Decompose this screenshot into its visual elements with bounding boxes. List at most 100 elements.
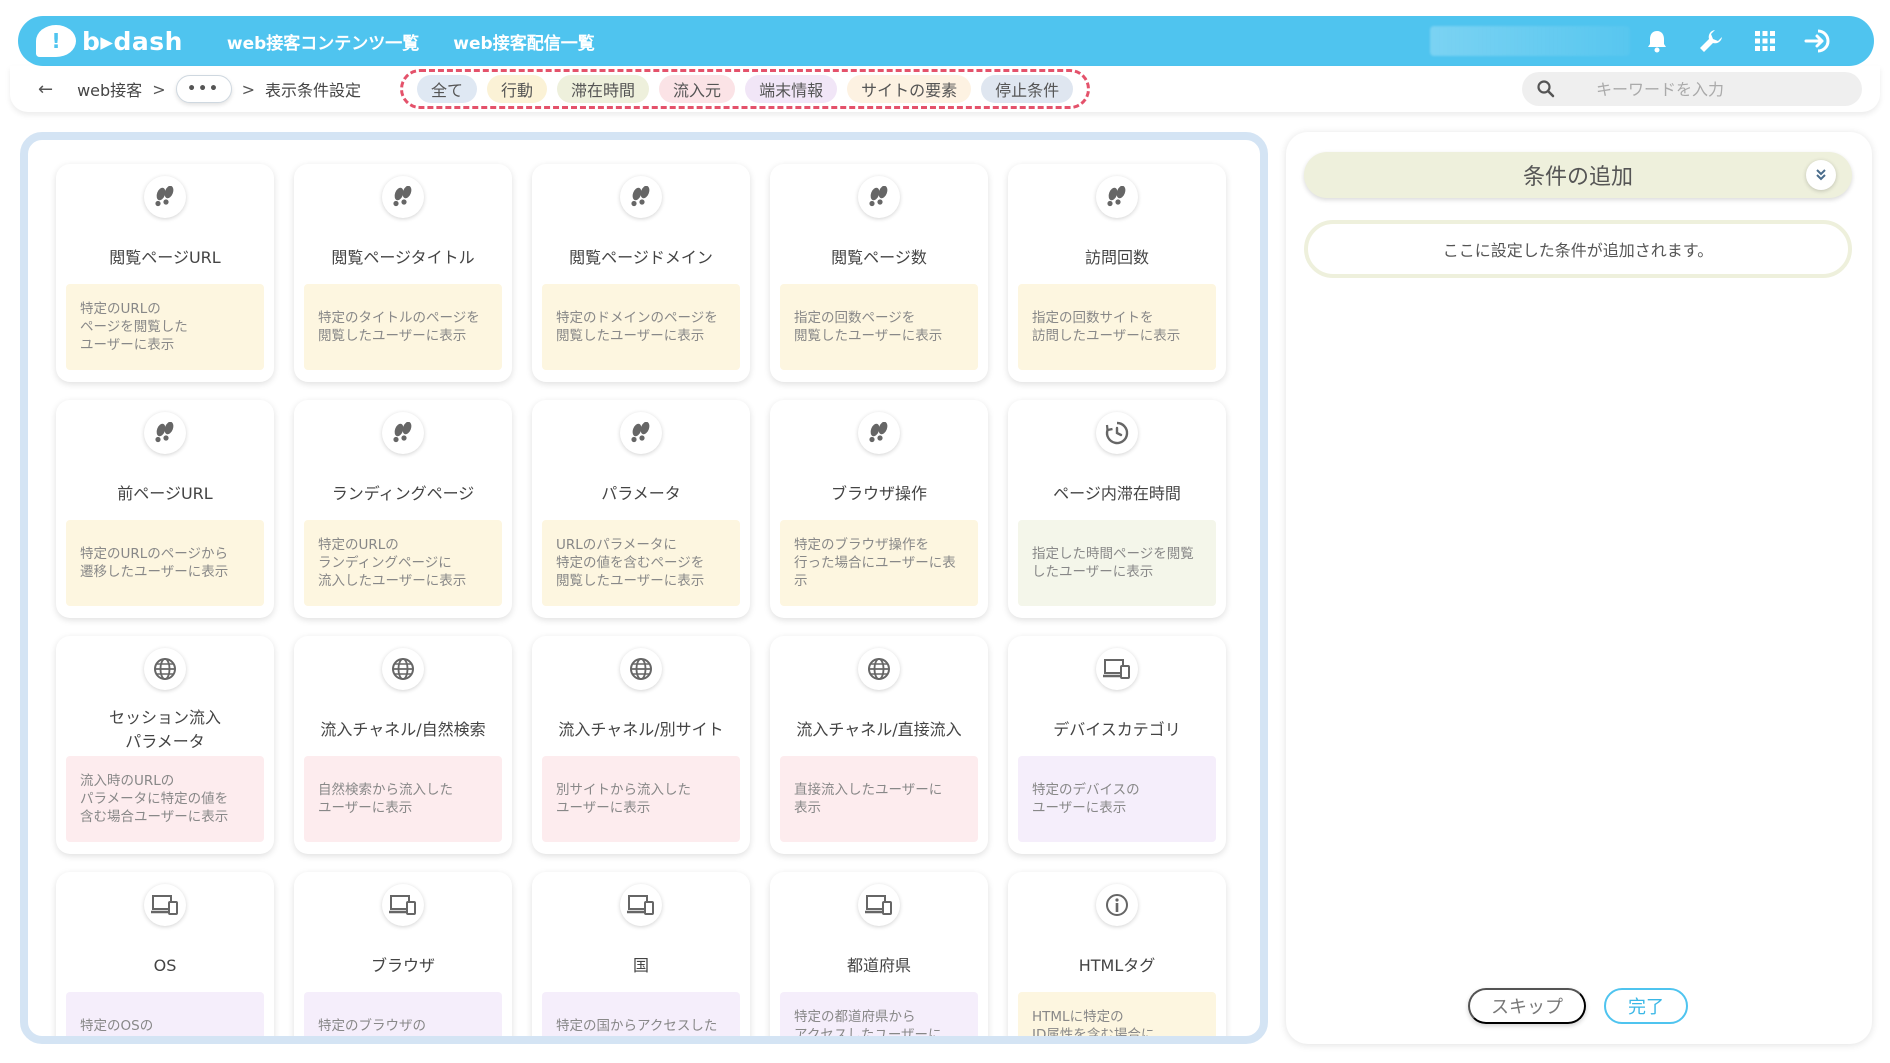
chip-all[interactable]: 全て xyxy=(417,75,478,103)
laptop-icon xyxy=(620,884,662,926)
add-condition-panel: 条件の追加 ここに設定した条件が追加されます。 スキップ 完了 xyxy=(1286,132,1872,1044)
condition-card-title: 閲覧ページドメイン xyxy=(569,248,713,267)
globe-icon xyxy=(144,648,186,690)
condition-card-grid: 閲覧ページURL 特定のURLの ページを閲覧した ユーザーに表示 閲覧ページタイト… xyxy=(56,164,1226,1036)
condition-card-description: 特定のタイトルのページを 閲覧したユーザーに表示 xyxy=(304,284,502,370)
condition-card[interactable]: ブラウザ特定のブラウザの ユーザーに表示 xyxy=(294,872,512,1036)
condition-card-panel: 閲覧ページURL 特定のURLの ページを閲覧した ユーザーに表示 閲覧ページタイト… xyxy=(20,132,1268,1044)
condition-card-title: 流入チャネル/直接流入 xyxy=(796,720,962,739)
condition-card-description: 特定のデバイスの ユーザーに表示 xyxy=(1018,756,1216,842)
chip-device-info[interactable]: 端末情報 xyxy=(745,75,838,103)
condition-card[interactable]: デバイスカテゴリ特定のデバイスの ユーザーに表示 xyxy=(1008,636,1226,854)
user-account-area[interactable] xyxy=(1430,26,1630,56)
added-conditions-dropzone[interactable]: ここに設定した条件が追加されます。 xyxy=(1304,220,1852,278)
condition-card-description: 指定の回数ページを 閲覧したユーザーに表示 xyxy=(780,284,978,370)
condition-card[interactable]: 訪問回数 指定の回数サイトを 訪問したユーザーに表示 xyxy=(1008,164,1226,382)
condition-card-title: ページ内滞在時間 xyxy=(1053,484,1181,503)
condition-card[interactable]: 閲覧ページタイトル特定のタイトルのページを 閲覧したユーザーに表示 xyxy=(294,164,512,382)
condition-card-description: 自然検索から流入した ユーザーに表示 xyxy=(304,756,502,842)
nav-web-content-list[interactable]: web接客コンテンツ一覧 xyxy=(227,29,419,54)
condition-card-description: 特定のブラウザの ユーザーに表示 xyxy=(304,992,502,1036)
condition-card[interactable]: 流入チャネル/直接流入直接流入したユーザーに 表示 xyxy=(770,636,988,854)
condition-card-description: 特定のURLのページから 遷移したユーザーに表示 xyxy=(66,520,264,606)
condition-card-description: 流入時のURLの パラメータに特定の値を 含む場合ユーザーに表示 xyxy=(66,756,264,842)
chip-site-element[interactable]: サイトの要素 xyxy=(847,75,972,103)
condition-card[interactable]: 流入チャネル/自然検索自然検索から流入した ユーザーに表示 xyxy=(294,636,512,854)
condition-card-description: 特定の国からアクセスした ユーザーに表示 xyxy=(542,992,740,1036)
chip-behavior[interactable]: 行動 xyxy=(487,75,548,103)
logout-icon[interactable] xyxy=(1804,26,1834,56)
condition-card-description: 特定のドメインのページを 閲覧したユーザーに表示 xyxy=(542,284,740,370)
chevron-down-icon xyxy=(1816,169,1826,181)
skip-button[interactable]: スキップ xyxy=(1468,988,1586,1024)
dropzone-placeholder-text: ここに設定した条件が追加されます。 xyxy=(1442,241,1714,260)
chip-stay-time[interactable]: 滞在時間 xyxy=(557,75,650,103)
condition-card[interactable]: 流入チャネル/別サイト別サイトから流入した ユーザーに表示 xyxy=(532,636,750,854)
condition-card-description: 指定した時間ページを閲覧 したユーザーに表示 xyxy=(1018,520,1216,606)
condition-card-description: 特定のURLの ランディングページに 流入したユーザーに表示 xyxy=(304,520,502,606)
condition-card[interactable]: 都道府県特定の都道府県から アクセスしたユーザーに 表示 xyxy=(770,872,988,1036)
globe-icon xyxy=(858,648,900,690)
breadcrumb-more-button[interactable]: ••• xyxy=(175,75,232,103)
logo[interactable]: ! b▸dash xyxy=(36,25,183,57)
wrench-icon[interactable] xyxy=(1696,26,1726,56)
condition-card-description: 直接流入したユーザーに 表示 xyxy=(780,756,978,842)
chip-referrer[interactable]: 流入元 xyxy=(659,75,736,103)
condition-card[interactable]: セッション流入 パラメータ 流入時のURLの パラメータに特定の値を 含む場合ユー… xyxy=(56,636,274,854)
condition-card-title: 閲覧ページURL xyxy=(109,248,221,267)
condition-card[interactable]: ページ内滞在時間指定した時間ページを閲覧 したユーザーに表示 xyxy=(1008,400,1226,618)
condition-card[interactable]: HTMLタグ HTMLに特定の ID属性を含む場合に ユーザーに表示 xyxy=(1008,872,1226,1036)
done-button[interactable]: 完了 xyxy=(1604,988,1688,1024)
condition-card[interactable]: 閲覧ページ数 指定の回数ページを 閲覧したユーザーに表示 xyxy=(770,164,988,382)
footprints-icon xyxy=(144,412,186,454)
add-condition-header: 条件の追加 xyxy=(1304,152,1852,198)
footprints-icon xyxy=(382,412,424,454)
breadcrumb-web-service[interactable]: web接客 xyxy=(77,77,142,101)
chip-stop-condition[interactable]: 停止条件 xyxy=(981,75,1074,103)
search-icon xyxy=(1537,80,1555,98)
condition-card-description: URLのパラメータに 特定の値を含むページを 閲覧したユーザーに表示 xyxy=(542,520,740,606)
condition-card[interactable]: ランディングページ特定のURLの ランディングページに 流入したユーザーに表示 xyxy=(294,400,512,618)
condition-card-title: ランディングページ xyxy=(331,484,475,503)
condition-card-title: 訪問回数 xyxy=(1084,248,1149,267)
info-icon xyxy=(1096,884,1138,926)
condition-card-title: OS xyxy=(153,956,177,975)
condition-card-description: 特定のブラウザ操作を 行った場合にユーザーに表示 xyxy=(780,520,978,606)
collapse-toggle-button[interactable] xyxy=(1806,160,1836,190)
condition-card-title: デバイスカテゴリ xyxy=(1053,720,1181,739)
condition-card-title: 前ページURL xyxy=(117,484,213,503)
condition-card-description: 別サイトから流入した ユーザーに表示 xyxy=(542,756,740,842)
footprints-icon xyxy=(144,176,186,218)
top-nav: web接客コンテンツ一覧 web接客配信一覧 xyxy=(227,29,629,54)
keyword-search-input[interactable] xyxy=(1596,79,1836,99)
bell-icon[interactable] xyxy=(1642,26,1672,56)
condition-card[interactable]: 閲覧ページドメイン特定のドメインのページを 閲覧したユーザーに表示 xyxy=(532,164,750,382)
condition-card-title: HTMLタグ xyxy=(1078,956,1156,975)
condition-card-title: ブラウザ操作 xyxy=(830,484,927,503)
condition-card-description: 特定のURLの ページを閲覧した ユーザーに表示 xyxy=(66,284,264,370)
condition-card-title: ブラウザ xyxy=(370,956,435,975)
condition-card[interactable]: パラメータ URLのパラメータに 特定の値を含むページを 閲覧したユーザーに表示 xyxy=(532,400,750,618)
footprints-icon xyxy=(858,176,900,218)
clock-icon xyxy=(1096,412,1138,454)
grid-apps-icon[interactable] xyxy=(1750,26,1780,56)
nav-web-delivery-list[interactable]: web接客配信一覧 xyxy=(453,29,594,54)
condition-card[interactable]: 国特定の国からアクセスした ユーザーに表示 xyxy=(532,872,750,1036)
condition-card-title: 流入チャネル/別サイト xyxy=(558,720,724,739)
condition-card-description: 特定のOSの ユーザーに表示 xyxy=(66,992,264,1036)
logo-mark-icon: ! xyxy=(36,25,76,57)
footprints-icon xyxy=(1096,176,1138,218)
condition-card[interactable]: ブラウザ操作特定のブラウザ操作を 行った場合にユーザーに表示 xyxy=(770,400,988,618)
condition-card-title: パラメータ xyxy=(601,484,681,503)
condition-card-title: 流入チャネル/自然検索 xyxy=(320,720,486,739)
condition-card-title: 閲覧ページタイトル xyxy=(331,248,475,267)
laptop-icon xyxy=(858,884,900,926)
sub-toolbar: ← web接客 > ••• > 表示条件設定 全て 行動 滞在時間 流入元 端末… xyxy=(10,66,1880,112)
back-arrow-icon[interactable]: ← xyxy=(38,79,53,100)
condition-card[interactable]: 閲覧ページURL 特定のURLの ページを閲覧した ユーザーに表示 xyxy=(56,164,274,382)
condition-card[interactable]: 前ページURL 特定のURLのページから 遷移したユーザーに表示 xyxy=(56,400,274,618)
condition-card[interactable]: OS 特定のOSの ユーザーに表示 xyxy=(56,872,274,1036)
footprints-icon xyxy=(382,176,424,218)
globe-icon xyxy=(620,648,662,690)
laptop-icon xyxy=(382,884,424,926)
